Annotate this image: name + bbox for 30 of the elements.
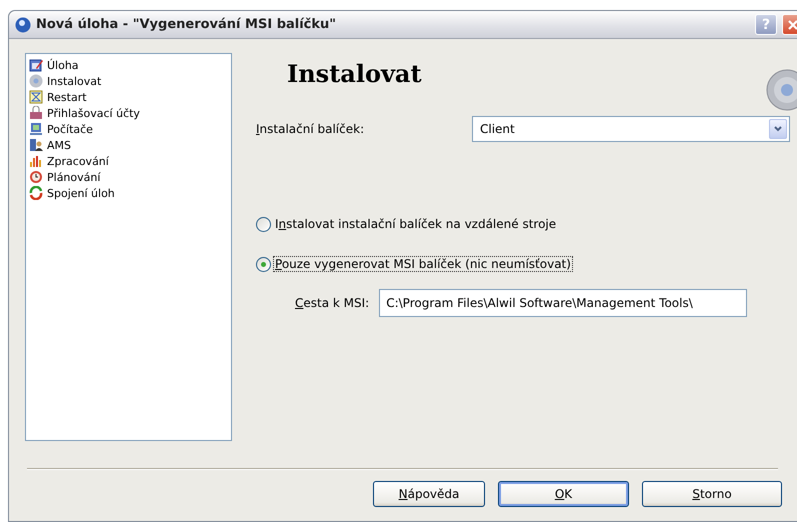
sidebar-item[interactable]: Zpracování (47, 154, 109, 168)
sidebar-item[interactable]: Spojení úloh (47, 186, 115, 200)
package-dropdown[interactable]: Client (472, 116, 790, 142)
dialog-button[interactable]: OK (498, 481, 629, 507)
window-title: Nová úloha - "Vygenerování MSI balíčku" (36, 17, 338, 32)
dialog-button[interactable]: Nápověda (373, 481, 485, 507)
sidebar-item[interactable]: Restart (47, 90, 87, 104)
package-label: Instalační balíček: (256, 122, 364, 136)
sidebar-item[interactable]: Přihlašovací účty (47, 106, 140, 120)
circular-arrows-icon (29, 186, 43, 200)
dialog-button[interactable]: Storno (642, 481, 782, 507)
sidebar-item[interactable]: Počítače (47, 122, 93, 136)
sidebar-item[interactable]: Plánování (47, 170, 100, 184)
hourglass-icon (29, 90, 43, 104)
install-option-radio[interactable]: Instalovat instalační balíček na vzdálené stroje (256, 216, 778, 232)
chevron-down-icon (774, 126, 782, 132)
msi-path-field[interactable]: C:\Program Files\Alwil Software\Management Tools\ (379, 289, 748, 317)
bar-chart-icon (29, 154, 43, 168)
sidebar-item[interactable]: Instalovat (47, 74, 102, 88)
sidebar-item[interactable]: Úloha (47, 58, 79, 72)
sidebar-item[interactable]: AMS (47, 138, 71, 152)
close-icon (787, 18, 797, 30)
server-figure-icon (29, 138, 43, 152)
disc-icon (29, 74, 43, 88)
globe-icon (15, 16, 31, 32)
msi-path-label: Cesta k MSI: (295, 296, 370, 310)
notepad-pencil-icon (29, 58, 43, 72)
computer-icon (29, 122, 43, 136)
alarm-clock-icon (29, 170, 43, 184)
page-heading: Instalovat (287, 59, 423, 88)
